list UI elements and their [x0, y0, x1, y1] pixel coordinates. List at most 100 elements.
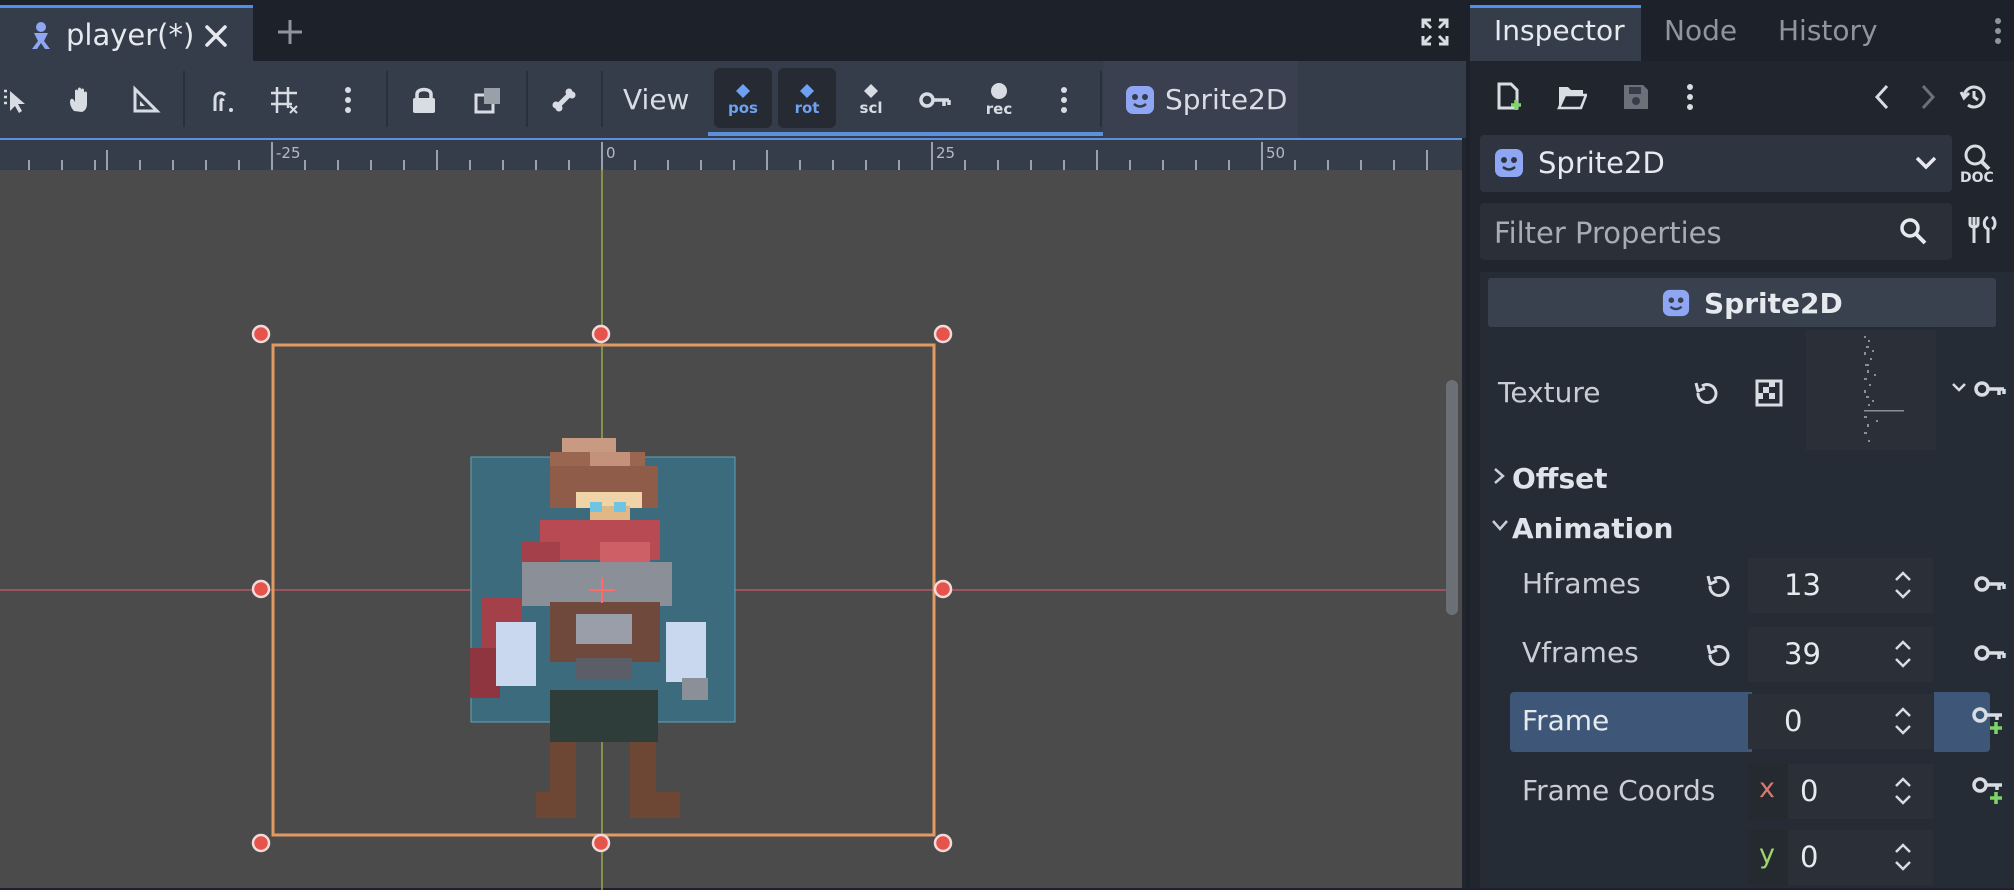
filter-properties-input[interactable]: Filter Properties	[1480, 203, 1952, 260]
revert-icon[interactable]	[1692, 378, 1722, 408]
sprite2d-context-menu[interactable]: Sprite2D	[1103, 61, 1298, 138]
category-header-sprite2d: Sprite2D	[1488, 278, 1996, 327]
fullscreen-icon[interactable]	[1420, 17, 1450, 47]
vframes-spinbox[interactable]: 39	[1748, 627, 1933, 682]
texture-preview[interactable]	[1806, 330, 1936, 450]
key-diamond-icon	[736, 83, 750, 98]
filter-placeholder: Filter Properties	[1494, 216, 1722, 250]
spin-arrows-icon[interactable]	[1892, 568, 1914, 602]
category-label: Sprite2D	[1704, 287, 1843, 320]
smart-snap-icon[interactable]	[200, 61, 244, 138]
keyframe-icon[interactable]	[1974, 378, 2006, 400]
scene-tab-player[interactable]: player(*)	[0, 5, 253, 61]
chevron-down-icon[interactable]	[1950, 380, 1968, 396]
svg-text:DOC: DOC	[1960, 170, 1994, 184]
inspector-dock: Inspector Node History Sprite2D DOC Filt…	[1470, 0, 2014, 888]
spin-arrows-icon[interactable]	[1892, 774, 1914, 808]
key-rotation-toggle[interactable]: rot	[778, 61, 836, 138]
ruler-mode-icon[interactable]	[124, 61, 168, 138]
chevron-down-icon	[1490, 518, 1510, 532]
property-vframes: Vframes 39	[1480, 624, 2014, 684]
property-frame: Frame 0	[1480, 690, 2014, 754]
history-forward-icon[interactable]	[1906, 61, 1950, 133]
property-list: Sprite2D Texture Offset Animation Hframe…	[1480, 272, 2014, 888]
scene-tab-bar: player(*)	[0, 0, 1466, 61]
texture-label: Texture	[1498, 376, 1601, 409]
lock-icon[interactable]	[402, 61, 446, 138]
pos-label: pos	[728, 98, 758, 117]
revert-icon[interactable]	[1704, 640, 1734, 670]
history-back-icon[interactable]	[1860, 61, 1904, 133]
hframes-value: 13	[1784, 568, 1821, 602]
insert-key-plus-icon[interactable]	[1972, 776, 2006, 806]
canvas-toolbar: View pos rot scl rec Sprite2D	[0, 61, 1466, 138]
frame-coords-y-value: 0	[1800, 840, 1819, 874]
open-docs-icon[interactable]: DOC	[1958, 142, 2002, 184]
ruler-tick-label: 25	[936, 144, 955, 162]
inspector-tools-icon[interactable]	[1966, 214, 1998, 246]
rot-label: rot	[794, 98, 820, 117]
tab-node[interactable]: Node	[1664, 14, 1737, 47]
viewport-vertical-scrollbar[interactable]	[1446, 380, 1458, 615]
frame-coords-y-spinbox[interactable]: y 0	[1748, 830, 1933, 885]
section-offset[interactable]: Offset	[1480, 454, 2014, 502]
keyframe-icon[interactable]	[1974, 573, 2006, 595]
select-mode-icon[interactable]	[0, 61, 34, 138]
sprite2d-menu-label: Sprite2D	[1165, 83, 1288, 116]
bone-icon[interactable]	[542, 61, 586, 138]
key-position-toggle[interactable]: pos	[714, 61, 772, 138]
scene-canvas	[0, 170, 1446, 890]
vframes-value: 39	[1784, 637, 1821, 671]
section-offset-label: Offset	[1512, 462, 1608, 495]
close-icon[interactable]	[203, 23, 229, 49]
key-scale-toggle[interactable]: scl	[842, 61, 900, 138]
record-icon	[991, 82, 1007, 99]
new-resource-icon[interactable]	[1488, 61, 1532, 133]
open-resource-icon[interactable]	[1550, 61, 1594, 133]
save-resource-icon[interactable]	[1614, 61, 1658, 133]
tab-history[interactable]: History	[1778, 14, 1878, 47]
snap-options-icon[interactable]	[328, 61, 368, 138]
frame-spinbox[interactable]: 0	[1748, 694, 1933, 749]
spin-arrows-icon[interactable]	[1892, 840, 1914, 874]
frame-label: Frame	[1522, 704, 1610, 737]
animation-options-icon[interactable]	[1044, 61, 1084, 138]
add-scene-icon[interactable]	[275, 17, 305, 47]
dock-options-icon[interactable]	[1994, 16, 2002, 46]
texture-region-icon[interactable]	[1754, 378, 1784, 408]
property-texture: Texture	[1480, 330, 2014, 450]
ruler-tick-label: 0	[606, 144, 616, 162]
hframes-label: Hframes	[1522, 567, 1641, 600]
resource-options-icon[interactable]	[1670, 61, 1710, 133]
revert-icon[interactable]	[1704, 571, 1734, 601]
ruler-tick-label: 50	[1266, 144, 1285, 162]
sprite2d-icon	[1125, 85, 1155, 115]
insert-key-icon[interactable]	[906, 61, 964, 138]
section-animation-label: Animation	[1512, 512, 1674, 545]
chevron-right-icon	[1492, 466, 1506, 486]
spin-arrows-icon[interactable]	[1892, 704, 1914, 738]
pan-mode-icon[interactable]	[58, 61, 102, 138]
dock-tab-bar: Inspector Node History	[1470, 0, 2014, 61]
view-menu[interactable]: View	[623, 83, 689, 116]
selected-node-dropdown[interactable]: Sprite2D	[1480, 135, 1952, 192]
2d-viewport[interactable]: -25 0 25 50	[0, 138, 1462, 890]
insert-key-plus-icon[interactable]	[1972, 706, 2006, 736]
grid-snap-icon[interactable]	[262, 61, 306, 138]
auto-key-toggle[interactable]: rec	[970, 61, 1028, 138]
vframes-label: Vframes	[1522, 636, 1639, 669]
key-diamond-icon	[864, 83, 878, 98]
section-animation[interactable]: Animation	[1480, 504, 2014, 552]
hframes-spinbox[interactable]: 13	[1748, 558, 1933, 613]
frame-coords-x-value: 0	[1800, 774, 1819, 808]
frame-coords-x-spinbox[interactable]: x 0	[1748, 764, 1933, 819]
rec-label: rec	[985, 99, 1013, 118]
tab-inspector[interactable]: Inspector	[1494, 14, 1625, 47]
group-icon[interactable]	[466, 61, 510, 138]
object-history-icon[interactable]	[1952, 61, 1996, 133]
scl-label: scl	[859, 98, 883, 117]
spin-arrows-icon[interactable]	[1892, 637, 1914, 671]
keyframe-icon[interactable]	[1974, 642, 2006, 664]
y-axis-label: y	[1748, 830, 1788, 885]
sprite2d-icon	[1662, 289, 1690, 317]
